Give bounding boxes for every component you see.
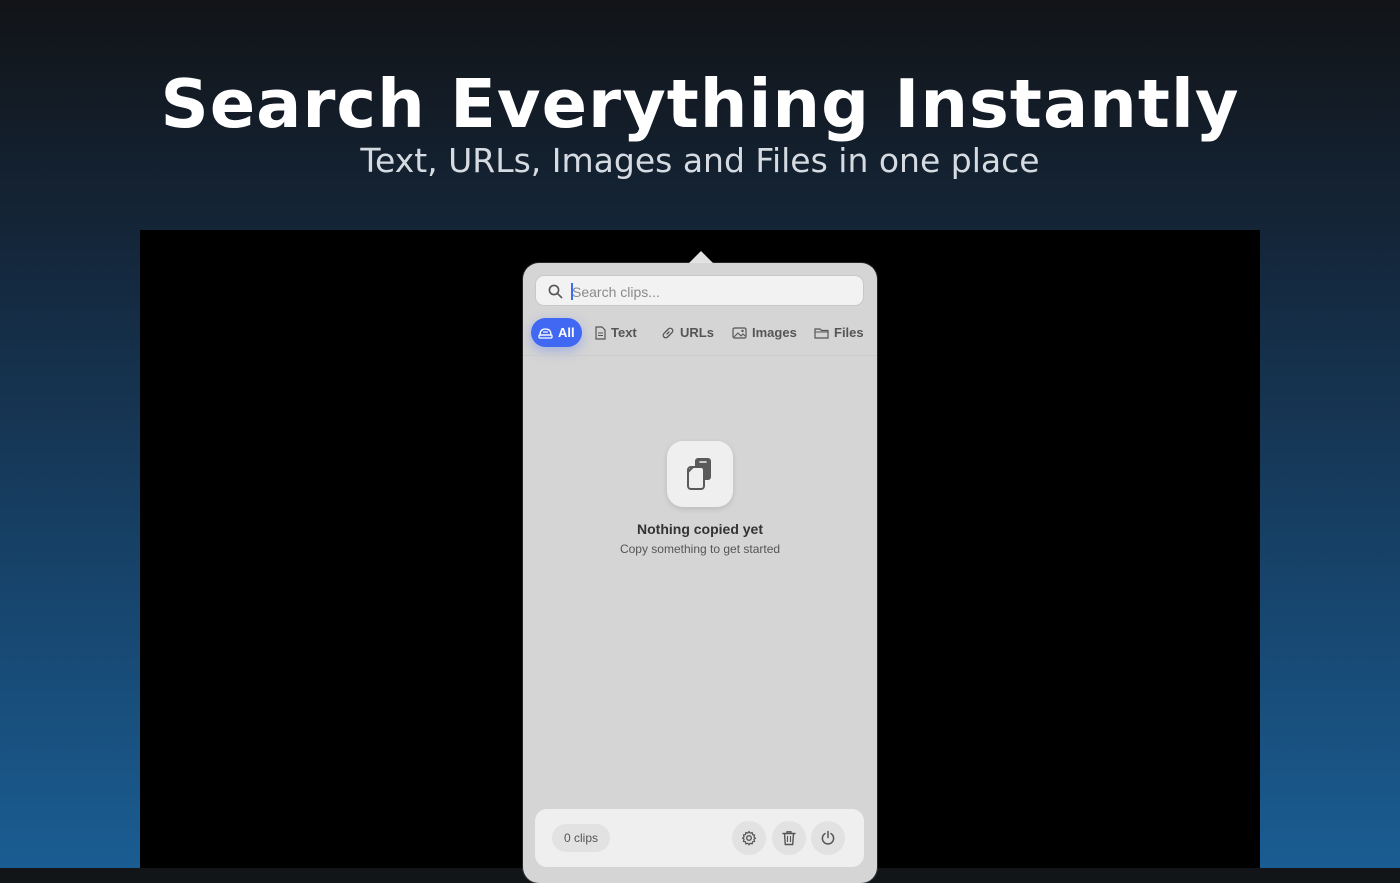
popover-arrow — [689, 251, 713, 263]
search-icon — [548, 284, 563, 299]
link-icon — [662, 327, 674, 338]
tab-text-label: Text — [611, 325, 637, 340]
tab-urls[interactable]: URLs — [654, 318, 721, 347]
text-caret — [571, 283, 573, 300]
hero-subtitle: Text, URLs, Images and Files in one plac… — [360, 141, 1040, 180]
power-icon — [821, 830, 835, 845]
tab-images[interactable]: Images — [725, 318, 804, 347]
clip-count-badge: 0 clips — [552, 824, 611, 852]
search-field[interactable] — [535, 275, 864, 306]
empty-state-badge — [667, 441, 733, 507]
quit-button[interactable] — [811, 821, 845, 855]
clear-history-button[interactable] — [772, 821, 806, 855]
all-icon — [538, 328, 553, 339]
popover-footer: 0 clips — [535, 809, 864, 867]
folder-icon — [814, 327, 829, 339]
trash-icon — [782, 831, 796, 846]
tab-urls-label: URLs — [680, 325, 714, 340]
hero-title: Search Everything Instantly — [160, 65, 1240, 143]
search-input[interactable] — [570, 280, 854, 304]
empty-state-subtitle: Copy something to get started — [619, 542, 781, 556]
image-icon — [732, 326, 747, 339]
tabs-divider — [523, 355, 877, 356]
document-icon — [595, 325, 606, 340]
tab-files[interactable]: Files — [807, 318, 871, 347]
settings-icon — [741, 830, 757, 846]
clipboard-popover: All Text URLs Images — [523, 263, 877, 883]
tab-text[interactable]: Text — [588, 318, 644, 347]
settings-button[interactable] — [732, 821, 766, 855]
empty-state-title: Nothing copied yet — [637, 521, 763, 537]
tab-all-label: All — [558, 325, 575, 340]
tab-all[interactable]: All — [531, 318, 582, 347]
filter-tabs: All Text URLs Images Files — [531, 318, 876, 348]
clipboard-icon — [687, 458, 711, 490]
tab-files-label: Files — [834, 325, 864, 340]
tab-images-label: Images — [752, 325, 797, 340]
